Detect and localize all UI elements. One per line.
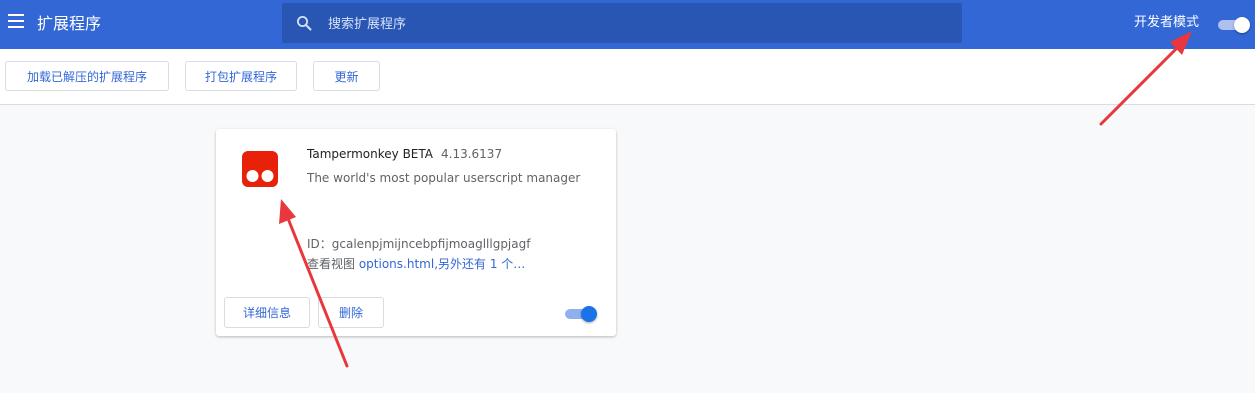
search-icon <box>297 16 312 31</box>
hamburger-menu-icon[interactable] <box>8 14 24 28</box>
toggle-knob <box>581 306 597 322</box>
dev-mode-toggle[interactable] <box>1218 17 1250 33</box>
extension-version: 4.13.6137 <box>441 147 503 161</box>
remove-button[interactable]: 删除 <box>318 297 384 328</box>
pack-extension-button[interactable]: 打包扩展程序 <box>185 61 297 91</box>
more-views-link[interactable]: ,另外还有 1 个… <box>434 257 525 271</box>
dev-mode-label: 开发者模式 <box>1134 15 1200 30</box>
load-unpacked-button[interactable]: 加载已解压的扩展程序 <box>5 61 169 91</box>
app-header: 扩展程序 开发者模式 <box>0 0 1255 49</box>
inspect-view-link[interactable]: options.html <box>359 257 434 271</box>
extension-description: The world's most popular userscript mana… <box>307 171 581 185</box>
extension-id: ID：gcalenpjmijncebpfijmoaglllgpjagf <box>307 237 531 251</box>
extension-card: Tampermonkey BETA 4.13.6137 The world's m… <box>216 129 616 336</box>
tampermonkey-icon <box>242 151 278 187</box>
page-title: 扩展程序 <box>37 14 102 33</box>
search-input[interactable] <box>326 3 950 45</box>
inspect-views: 查看视图 options.html,另外还有 1 个… <box>307 255 525 272</box>
details-button[interactable]: 详细信息 <box>224 297 310 328</box>
toolbar: 加载已解压的扩展程序 打包扩展程序 更新 <box>0 49 1255 105</box>
extension-enable-toggle[interactable] <box>565 306 597 322</box>
extension-name: Tampermonkey BETA 4.13.6137 <box>307 147 502 161</box>
search-box[interactable] <box>282 3 962 45</box>
inspect-views-label: 查看视图 <box>307 257 359 271</box>
toggle-knob <box>1234 17 1250 33</box>
update-button[interactable]: 更新 <box>313 61 380 91</box>
extension-title: Tampermonkey BETA <box>307 147 433 161</box>
